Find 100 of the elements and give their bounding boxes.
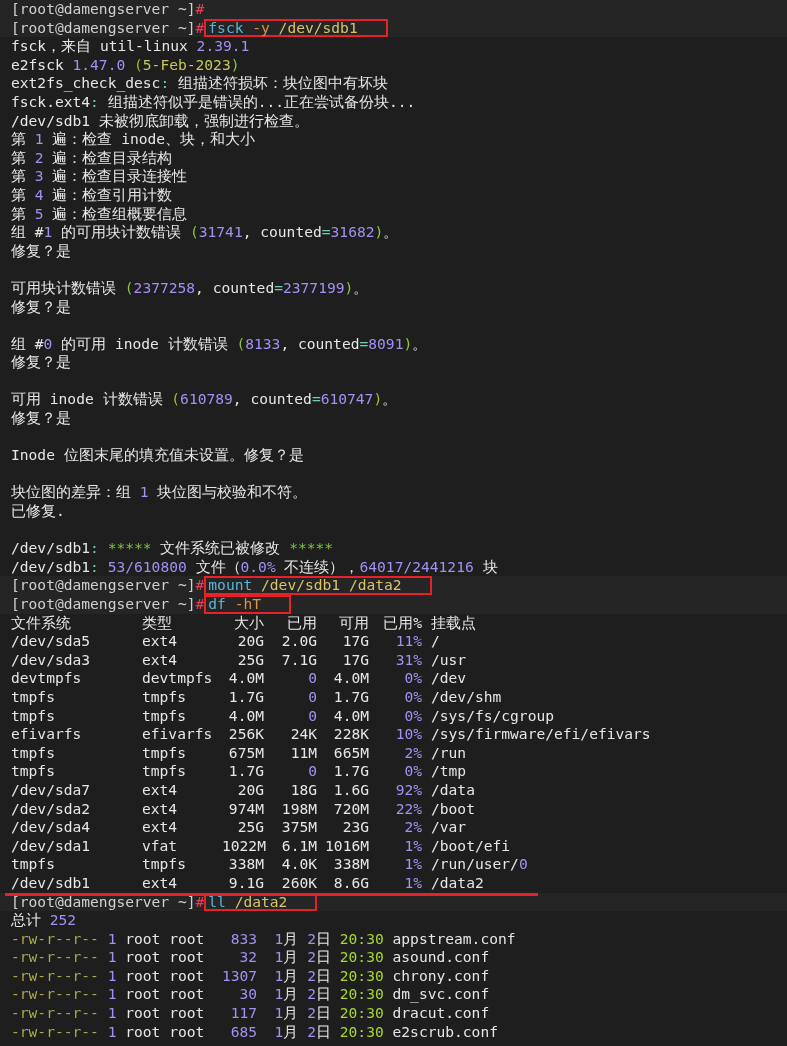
output-line: 修复？是 bbox=[11, 353, 72, 372]
table-cell-text: /boot/efi bbox=[430, 836, 512, 856]
table-cell-text: 256K bbox=[227, 725, 264, 744]
column-header: 可用 bbox=[338, 613, 369, 633]
output-line: fsck.ext4: 组描述符似乎是错误的...正在尝试备份块... bbox=[11, 92, 417, 112]
output-line: 修复？是 bbox=[11, 297, 72, 317]
table-cell-text: efivarfs bbox=[11, 725, 83, 744]
output-line: 总计 252 bbox=[11, 911, 78, 930]
table-cell-text: /tmp bbox=[430, 762, 468, 781]
prompt-symbol: # bbox=[195, 18, 205, 38]
table-cell-text: 23G bbox=[341, 818, 369, 837]
prompt-text: [root@damengserver ~] bbox=[11, 18, 196, 38]
table-cell-text: 10% bbox=[394, 725, 422, 744]
table-cell-text: 6.1M bbox=[280, 836, 317, 856]
table-cell-text: tmpfs bbox=[142, 762, 187, 781]
table-cell-text: /dev/sdb1 bbox=[11, 873, 92, 893]
table-cell-text: 260K bbox=[280, 873, 317, 893]
column-header: 已用% bbox=[382, 613, 422, 633]
output-line: -rw-r--r-- 1 root root 685 1月 2 日 20:30 e2scrub.conf bbox=[11, 1022, 499, 1042]
table-cell-text: tmpfs bbox=[142, 706, 187, 726]
table-cell-text: 1.7G bbox=[332, 687, 369, 707]
table-cell-text: 31% bbox=[394, 650, 422, 670]
prompt-symbol: # bbox=[195, 576, 205, 595]
column-header: 文件系统 bbox=[11, 613, 72, 633]
output-line: 第 1 遍：检查 inode、块，和大小 bbox=[11, 130, 257, 149]
table-cell-text: 4.0M bbox=[332, 669, 369, 688]
output-line: 修复？是 bbox=[11, 409, 72, 428]
table-cell-text: 0% bbox=[403, 669, 422, 688]
table-cell-text: /dev/shm bbox=[430, 687, 503, 707]
table-cell-text: 338M bbox=[332, 855, 369, 874]
output-line: -rw-r--r-- 1 root root 1307 1月 2 日 20:30 chrony.conf bbox=[11, 966, 491, 986]
output-line: 第 5 遍：检查组概要信息 bbox=[11, 204, 189, 224]
table-cell-text: 11% bbox=[394, 632, 422, 651]
table-cell-text: 1016M bbox=[324, 836, 369, 856]
table-cell-text: /boot bbox=[430, 799, 476, 819]
table-cell-text: ext4 bbox=[142, 818, 179, 837]
table-cell-text: 2% bbox=[403, 818, 422, 837]
table-cell-text: 1.7G bbox=[227, 762, 264, 781]
table-cell-text: 0 bbox=[307, 669, 317, 688]
table-cell: 1022M bbox=[222, 836, 264, 856]
table-cell-text: 1.7G bbox=[227, 687, 264, 707]
output-line: /dev/sdb1 未被彻底卸载，强制进行检查。 bbox=[11, 111, 310, 131]
output-line: -rw-r--r-- 1 root root 833 1月 2 日 20:30 appstream.conf bbox=[11, 929, 517, 949]
prompt-symbol: # bbox=[195, 595, 205, 614]
table-cell-text: /sys/fs/cgroup bbox=[430, 706, 555, 726]
prompt-symbol: # bbox=[195, 892, 205, 912]
table-cell-text: /dev/sda1 bbox=[11, 836, 92, 856]
table-cell-text: tmpfs bbox=[142, 743, 187, 763]
output-line: -rw-r--r-- 1 root root 117 1月 2 日 20:30 dracut.conf bbox=[11, 1004, 491, 1023]
table-cell-text: ext4 bbox=[142, 632, 179, 651]
column-header: 已用 bbox=[286, 613, 317, 633]
table-cell-text: /data bbox=[430, 780, 476, 800]
table-cell-text: 24K bbox=[289, 725, 317, 744]
table-cell-text: tmpfs bbox=[11, 762, 56, 781]
table-cell-text: 1% bbox=[403, 873, 422, 893]
table-cell-text: 4.0K bbox=[280, 855, 317, 874]
output-line: /dev/sdb1: ***** 文件系统已被修改 ***** bbox=[11, 539, 335, 558]
table-cell-text: /dev/sda7 bbox=[11, 780, 92, 800]
table-cell-text: /dev/sda2 bbox=[11, 799, 92, 819]
table-cell-text: tmpfs bbox=[11, 706, 56, 726]
output-line: 可用块计数错误 (2377258, counted=2377199)。 bbox=[11, 278, 370, 298]
table-cell-text: tmpfs bbox=[11, 855, 56, 874]
output-line: 可用 inode 计数错误 (610789, counted=610747)。 bbox=[11, 390, 399, 410]
table-cell-text: 1% bbox=[403, 855, 422, 874]
table-cell-text: 9.1G bbox=[227, 873, 264, 893]
table-cell-text: 0 bbox=[307, 762, 317, 781]
output-line: -rw-r--r-- 1 root root 30 1月 2 日 20:30 dm_svc.conf bbox=[11, 985, 491, 1005]
column-header: 大小 bbox=[233, 613, 264, 633]
output-line: fsck，来自 util-linux 2.39.1 bbox=[11, 37, 251, 56]
table-cell-text: 4.0M bbox=[227, 706, 264, 726]
table-cell-text: 2.0G bbox=[280, 632, 317, 651]
table-cell-text: 1.7G bbox=[332, 762, 369, 781]
prompt-symbol: # bbox=[195, 0, 205, 19]
command-text: fsck -y /dev/sdb1 bbox=[204, 18, 388, 38]
table-cell-text: 1.6G bbox=[332, 780, 369, 800]
column-header: 挂载点 bbox=[430, 613, 477, 633]
table-cell-text: 0 bbox=[307, 687, 317, 707]
table-cell-text: 8.6G bbox=[332, 873, 369, 893]
table-cell-text: /run/user/0 bbox=[430, 855, 529, 874]
table-cell-text: 17G bbox=[341, 632, 369, 651]
table-cell-text: 20G bbox=[236, 780, 264, 800]
table-cell-text: /usr bbox=[430, 650, 468, 670]
table-cell-text: 1% bbox=[403, 836, 422, 856]
table-cell-text: /dev/sda3 bbox=[11, 650, 92, 670]
table-cell-text: 4.0M bbox=[332, 706, 369, 726]
table-cell-text: 2% bbox=[403, 743, 422, 763]
table-cell-text: ext4 bbox=[142, 799, 179, 819]
table-cell-text: efivarfs bbox=[142, 725, 214, 744]
output-line: 第 3 遍：检查目录连接性 bbox=[11, 167, 189, 186]
output-line: Inode 位图末尾的填充值未设置。修复？是 bbox=[11, 446, 305, 465]
table-cell-text: 25G bbox=[236, 650, 264, 670]
output-line: 已修复. bbox=[11, 502, 66, 521]
table-cell-text: devtmpfs bbox=[142, 669, 214, 688]
table-cell-text: 0% bbox=[403, 687, 422, 707]
table-cell-text: 7.1G bbox=[280, 650, 317, 670]
table-cell-text: 338M bbox=[227, 855, 264, 874]
table-cell-text: 720M bbox=[332, 799, 369, 819]
prompt-text: [root@damengserver ~] bbox=[11, 576, 196, 595]
command-text: df -hT bbox=[204, 595, 292, 614]
table-cell-text: /dev/sda4 bbox=[11, 818, 92, 837]
